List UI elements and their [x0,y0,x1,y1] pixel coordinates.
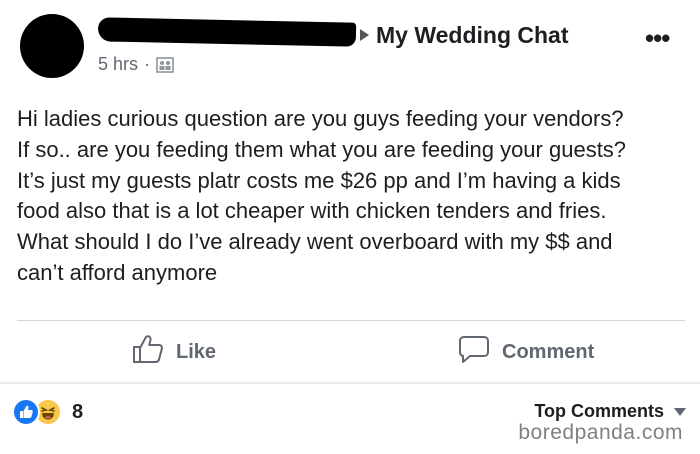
comment-label: Comment [502,340,595,363]
reaction-count: 8 [72,400,84,423]
like-reaction-icon [12,398,40,426]
arrow-right-icon [360,29,369,41]
post-text-line: can’t afford anymore [17,259,218,285]
post-body: Hi ladies curious question are you guys … [17,104,693,289]
group-members-icon [156,56,174,73]
more-options-icon[interactable]: ••• [645,25,670,51]
post-text-line: food also that is a lot cheaper with chi… [17,198,607,224]
thumbs-up-icon [132,334,164,370]
post-text-line: What should I do I’ve already went overb… [17,229,613,255]
caret-down-icon [674,407,686,416]
watermark: boredpanda.com [518,421,683,444]
avatar[interactable] [20,14,84,78]
post-text-line: Hi ladies curious question are you guys … [17,106,624,131]
divider [17,320,685,321]
like-label: Like [176,340,217,363]
redacted-author-name [97,17,357,47]
post-text-line: It’s just my guests platr costs me $26 p… [17,167,621,193]
speech-bubble-icon [458,334,490,370]
post-timestamp[interactable]: 5 hrs [98,54,138,75]
reactions-summary[interactable]: 8 [12,398,83,426]
post-meta: 5 hrs · [98,54,174,75]
group-name-link[interactable]: My Wedding Chat [376,22,569,49]
footer-divider [0,382,700,384]
comment-button[interactable]: Comment [458,334,594,370]
like-button[interactable]: Like [132,334,216,370]
top-comments-label: Top Comments [534,401,664,421]
meta-separator: · [144,54,151,74]
top-comments-dropdown[interactable]: Top Comments [534,401,686,422]
post-text-line: If so.. are you feeding them what you ar… [17,136,627,162]
